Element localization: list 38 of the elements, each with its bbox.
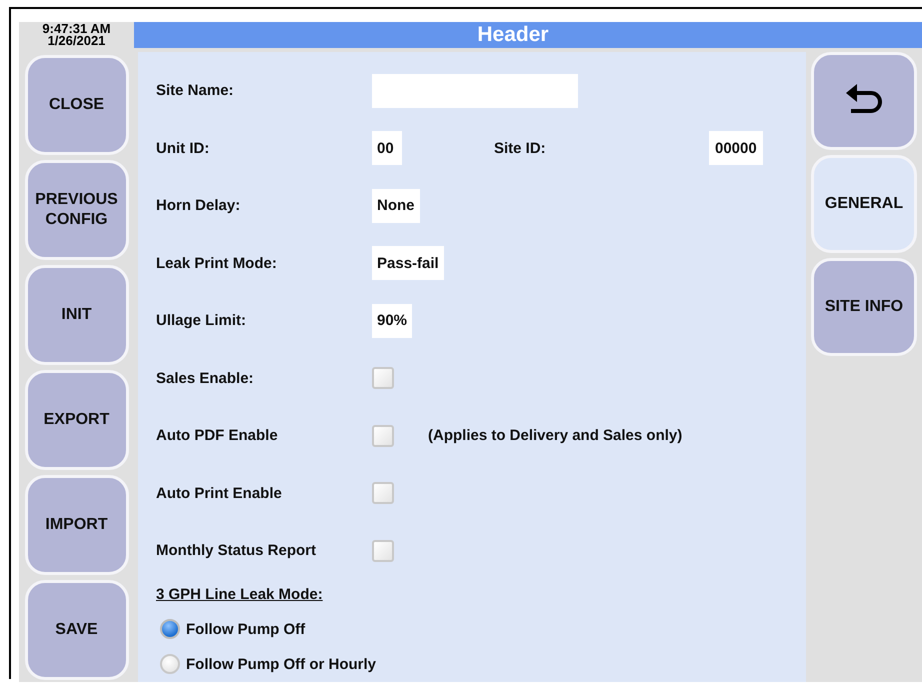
field-label: Auto PDF Enable [156,427,279,444]
side-button[interactable]: INIT [24,265,128,365]
back-button[interactable] [811,52,917,150]
section-title: 3 GPH Line Leak Mode: [156,586,324,604]
field-label: Ullage Limit: [156,312,248,330]
side-button[interactable]: SAVE [24,580,128,680]
nav-button[interactable]: SITE INFO [811,258,917,356]
field-label: Monthly Status Report [156,542,317,560]
input-field[interactable]: Pass-fail [372,246,444,280]
field-label: Leak Print Mode: [156,254,278,272]
side-button[interactable]: IMPORT [24,475,128,575]
clock-time: 9:47:31 AM [42,23,111,35]
field-label: Sales Enable: [156,370,255,387]
checkbox[interactable] [372,482,394,504]
field-label: Auto Print Enable [156,484,283,502]
field-label: Unit ID: [156,140,210,157]
nav-button[interactable]: GENERAL [811,155,917,253]
field-label: Horn Delay: [156,197,242,214]
note-text: (Applies to Delivery and Sales only) [428,427,682,444]
input-field[interactable]: 00000 [709,131,763,166]
side-button[interactable]: EXPORT [24,370,128,470]
radio-button[interactable] [160,654,180,674]
side-button[interactable]: PREVIOUS CONFIG [24,160,128,260]
input-field[interactable]: 90% [372,304,412,338]
field-label: Site ID: [494,140,547,157]
radio-label[interactable]: Follow Pump Off [186,620,306,638]
radio-button[interactable] [160,619,180,639]
input-field[interactable]: None [372,188,420,223]
field-label: Site Name: [156,82,235,100]
checkbox[interactable] [372,540,394,562]
input-field[interactable]: 00 [372,131,402,166]
input-field[interactable] [372,74,578,108]
checkbox[interactable] [372,367,394,390]
side-button[interactable]: CLOSE [24,55,128,155]
clock-date: 1/26/2021 [48,35,106,47]
header-title: Header [477,23,549,47]
radio-label[interactable]: Follow Pump Off or Hourly [186,656,376,672]
checkbox[interactable] [372,424,394,447]
